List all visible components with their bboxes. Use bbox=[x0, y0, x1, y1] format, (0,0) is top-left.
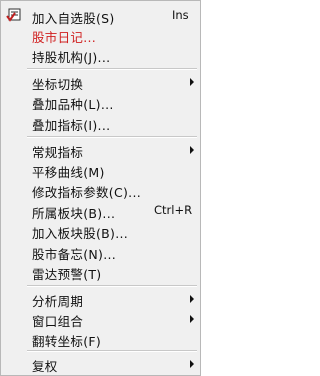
menu-item-add-to-sector[interactable]: 加入板块股(B)... bbox=[1, 220, 200, 242]
menu-item-shortcut: Ctrl+R bbox=[154, 203, 193, 217]
menu-item-modify-indicator-params[interactable]: 修改指标参数(C)... bbox=[1, 179, 200, 201]
menu-item-shift-curve[interactable]: 平移曲线(M) bbox=[1, 159, 200, 181]
menu-item-label: 叠加品种(L)... bbox=[32, 97, 114, 112]
menu-item-overlay-symbol[interactable]: 叠加品种(L)... bbox=[1, 91, 200, 113]
submenu-arrow-icon bbox=[190, 78, 194, 86]
menu-item-label: 持股机构(J)... bbox=[32, 50, 111, 65]
menu-item-label: 翻转坐标(F) bbox=[32, 334, 102, 349]
menu-item-stock-memo[interactable]: 股市备忘(N)... bbox=[1, 241, 200, 263]
menu-item-label: 雷达预警(T) bbox=[32, 267, 102, 282]
menu-item-holding-institutions[interactable]: 持股机构(J)... bbox=[1, 44, 200, 66]
submenu-arrow-icon bbox=[190, 146, 194, 154]
menu-item-label: 复权 bbox=[32, 359, 58, 374]
menu-item-label: 修改指标参数(C)... bbox=[32, 185, 142, 200]
submenu-arrow-icon bbox=[190, 295, 194, 303]
menu-separator bbox=[27, 350, 197, 352]
submenu-arrow-icon bbox=[190, 315, 194, 323]
menu-item-radar-alert[interactable]: 雷达预警(T) bbox=[1, 261, 200, 283]
menu-item-axis-switch[interactable]: 坐标切换 bbox=[1, 71, 200, 93]
menu-separator bbox=[27, 285, 197, 287]
menu-item-window-layout[interactable]: 窗口组合 bbox=[1, 308, 200, 330]
menu-item-label: 叠加指标(I)... bbox=[32, 118, 111, 133]
menu-item-analysis-period[interactable]: 分析周期 bbox=[1, 288, 200, 310]
menu-item-price-adjust[interactable]: 复权 bbox=[1, 353, 200, 375]
menu-item-label: 加入板块股(B)... bbox=[32, 226, 129, 241]
menu-separator bbox=[27, 136, 197, 138]
menu-item-sector[interactable]: 所属板块(B)... Ctrl+R bbox=[1, 200, 200, 222]
context-menu: 加入自选股(S) Ins 股市日记... 持股机构(J)... 坐标切换 叠加品… bbox=[0, 0, 201, 376]
menu-item-standard-indicators[interactable]: 常规指标 bbox=[1, 139, 200, 161]
menu-item-stock-diary[interactable]: 股市日记... bbox=[1, 24, 200, 46]
add-to-watchlist-icon bbox=[6, 8, 21, 22]
submenu-arrow-icon bbox=[190, 360, 194, 368]
menu-separator bbox=[27, 68, 197, 70]
menu-item-shortcut: Ins bbox=[172, 8, 189, 22]
menu-item-flip-axis[interactable]: 翻转坐标(F) bbox=[1, 328, 200, 350]
menu-item-overlay-indicator[interactable]: 叠加指标(I)... bbox=[1, 112, 200, 134]
